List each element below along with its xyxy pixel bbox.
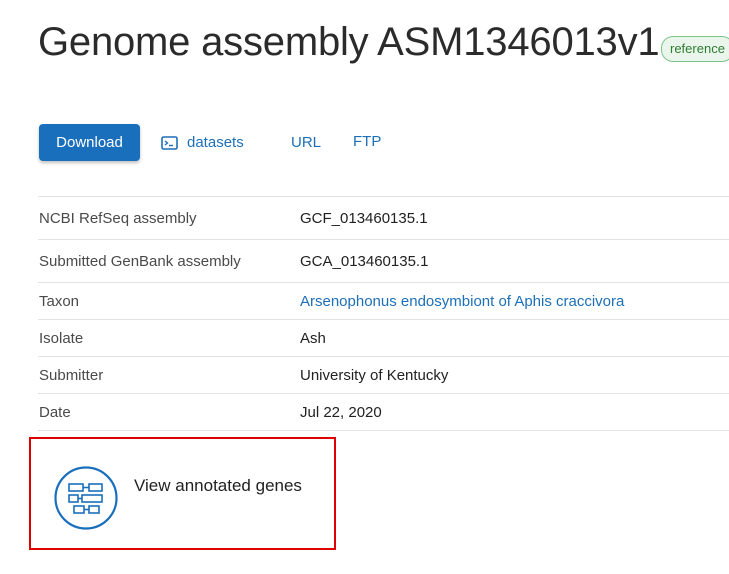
row-label: Date [39, 403, 71, 421]
row-value: Jul 22, 2020 [300, 403, 382, 421]
datasets-link[interactable]: datasets [161, 134, 244, 151]
row-label: Taxon [39, 292, 80, 310]
download-button[interactable]: Download [39, 124, 140, 161]
table-row: Date Jul 22, 2020 [38, 393, 729, 431]
table-row: Taxon Arsenophonus endosymbiont of Aphis… [38, 282, 729, 319]
terminal-icon [161, 135, 178, 150]
row-value: GCF_013460135.1 [300, 209, 428, 227]
reference-badge: reference [661, 36, 729, 62]
url-link[interactable]: URL [291, 134, 321, 151]
row-value: University of Kentucky [300, 366, 449, 384]
row-value: Ash [300, 329, 326, 347]
row-label: Isolate [39, 329, 84, 347]
row-value: GCA_013460135.1 [300, 252, 429, 270]
page-title: Genome assembly ASM1346013v1 [38, 20, 660, 64]
ftp-link[interactable]: FTP [353, 133, 381, 150]
table-row: Submitter University of Kentucky [38, 356, 729, 393]
taxon-link[interactable]: Arsenophonus endosymbiont of Aphis cracc… [300, 293, 624, 310]
view-annotated-genes-label: View annotated genes [134, 476, 302, 495]
row-label: NCBI RefSeq assembly [39, 209, 197, 227]
table-row: Isolate Ash [38, 319, 729, 356]
gene-structure-icon [54, 466, 118, 530]
assembly-details-table: NCBI RefSeq assembly GCF_013460135.1 Sub… [38, 196, 729, 431]
datasets-label: datasets [187, 134, 244, 151]
view-annotated-genes-card[interactable]: View annotated genes [54, 466, 302, 530]
table-row: Submitted GenBank assembly GCA_013460135… [38, 239, 729, 282]
row-label: Submitted GenBank assembly [39, 252, 241, 270]
table-row: NCBI RefSeq assembly GCF_013460135.1 [38, 196, 729, 239]
row-label: Submitter [39, 366, 104, 384]
